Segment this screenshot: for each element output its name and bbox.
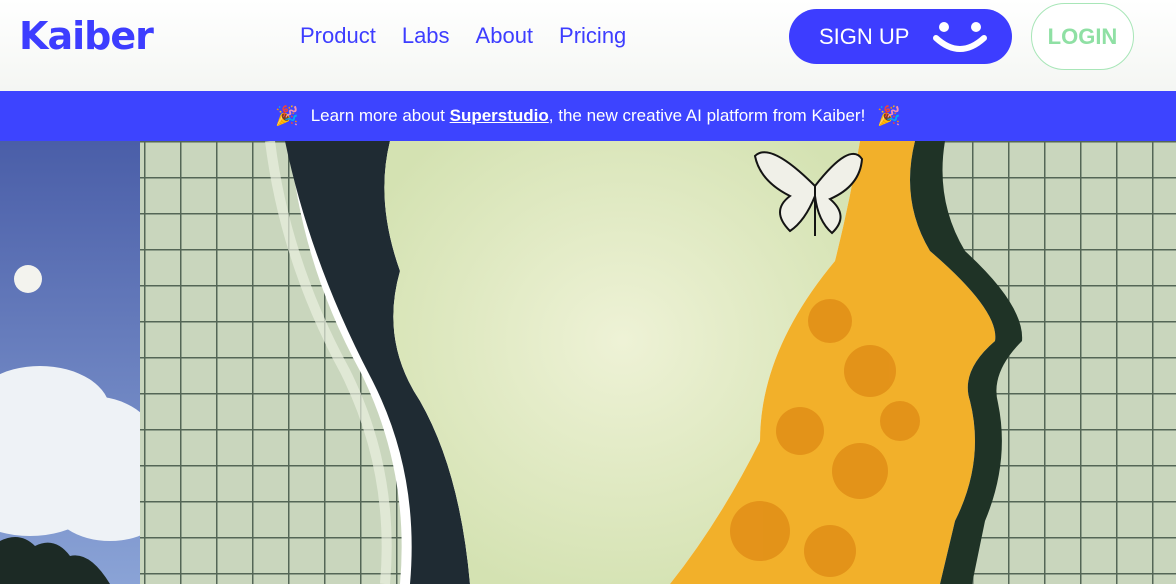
party-popper-icon: 🎉: [877, 105, 901, 127]
smile-icon: [933, 22, 987, 52]
nav-link-product[interactable]: Product: [300, 22, 376, 50]
banner-text: Learn more about Superstudio, the new cr…: [311, 106, 866, 126]
nav-link-labs[interactable]: Labs: [402, 22, 450, 50]
hero-illustration: [0, 141, 1176, 584]
top-navbar: Kaiber Product Labs About Pricing SIGN U…: [0, 0, 1176, 91]
announcement-banner: 🎉 Learn more about Superstudio, the new …: [0, 91, 1176, 141]
hero-artwork: [0, 141, 1176, 584]
nav-link-pricing[interactable]: Pricing: [559, 22, 626, 50]
login-button[interactable]: LOGIN: [1031, 3, 1134, 70]
kaiber-logo[interactable]: Kaiber: [19, 12, 154, 60]
party-popper-icon: 🎉: [275, 105, 299, 127]
signup-button[interactable]: SIGN UP: [789, 9, 1012, 64]
banner-prefix: Learn more about: [310, 106, 450, 125]
signup-label: SIGN UP: [819, 23, 910, 49]
moon: [14, 265, 42, 293]
superstudio-link[interactable]: Superstudio: [450, 106, 549, 125]
nav-link-about[interactable]: About: [476, 22, 534, 50]
banner-suffix: , the new creative AI platform from Kaib…: [548, 106, 866, 125]
main-nav: Product Labs About Pricing: [300, 22, 626, 50]
